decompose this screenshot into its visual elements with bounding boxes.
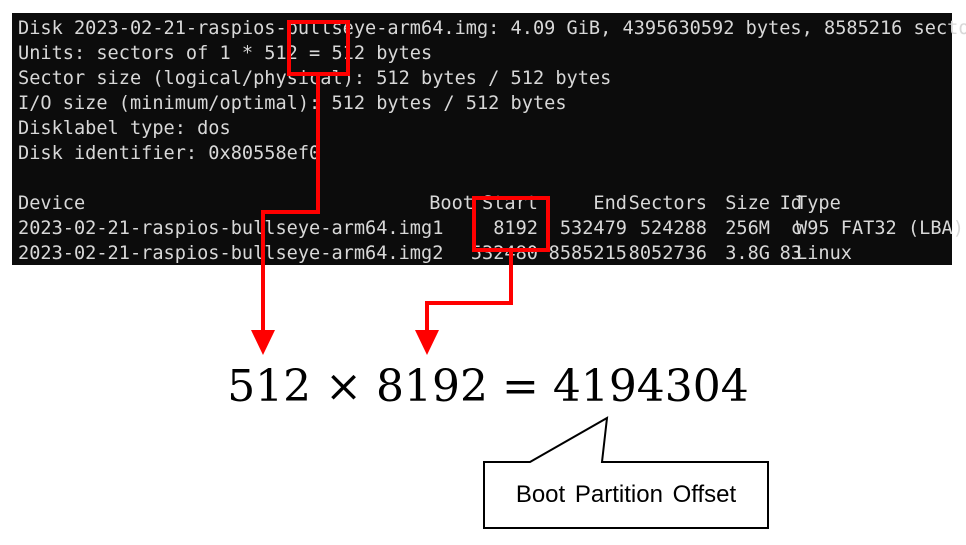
offset-equation: 512 × 8192 = 4194304 xyxy=(227,361,749,412)
row1-start: 8192 xyxy=(493,218,538,239)
fdisk-terminal-output: Disk 2023-02-21-raspios-bullseye-arm64.i… xyxy=(12,13,966,266)
header-type: Type xyxy=(796,193,841,214)
header-boot: Boot xyxy=(429,193,474,214)
callout-label: Boot Partition Offset xyxy=(515,481,737,508)
table-row: 2023-02-21-raspios-bullseye-arm64.img2 5… xyxy=(18,241,952,266)
sector-size-line: Sector size (logical/physical): 512 byte… xyxy=(18,68,612,89)
header-sectors: Sectors xyxy=(628,193,707,214)
units-line: Units: sectors of 1 * 512 = 512 bytes xyxy=(18,43,433,64)
header-start: Start xyxy=(482,193,538,214)
row1-type: W95 FAT32 (LBA) xyxy=(796,218,964,239)
partition-table-header: Device Boot Start End Sectors Size Id Ty… xyxy=(18,191,952,216)
header-size: Size xyxy=(725,193,770,214)
row1-end: 532479 xyxy=(559,218,627,239)
disk-info-line: Disk 2023-02-21-raspios-bullseye-arm64.i… xyxy=(18,18,966,39)
header-device: Device xyxy=(18,193,86,214)
row1-sectors: 524288 xyxy=(639,218,707,239)
disklabel-line: Disklabel type: dos xyxy=(18,118,231,139)
row1-size: 256M xyxy=(725,218,770,239)
table-row: 2023-02-21-raspios-bullseye-arm64.img1 8… xyxy=(18,216,964,241)
disk-identifier-line: Disk identifier: 0x80558ef0 xyxy=(18,143,321,164)
row2-device: 2023-02-21-raspios-bullseye-arm64.img2 xyxy=(18,243,444,264)
io-size-line: I/O size (minimum/optimal): 512 bytes / … xyxy=(18,93,567,114)
row2-start: 532480 xyxy=(470,243,538,264)
row2-type: Linux xyxy=(796,243,852,264)
row2-end: 8585215 xyxy=(548,243,627,264)
row2-size: 3.8G xyxy=(725,243,770,264)
header-end: End xyxy=(593,193,627,214)
row1-device: 2023-02-21-raspios-bullseye-arm64.img1 xyxy=(18,218,444,239)
row2-sectors: 8052736 xyxy=(628,243,707,264)
